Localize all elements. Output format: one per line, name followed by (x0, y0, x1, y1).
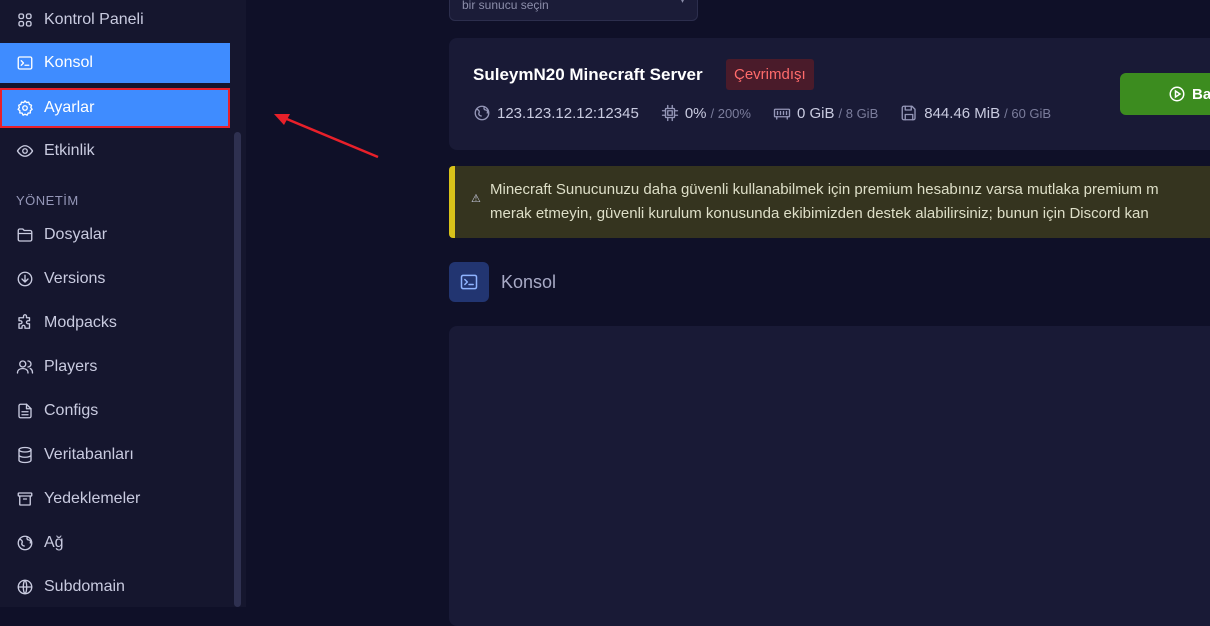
cpu-limit: / 200% (710, 105, 751, 121)
main-content: bir sunucu seçin ▾ SuleymN20 Minecraft S… (246, 0, 1210, 626)
stat-cpu: 0% / 200% (661, 104, 751, 122)
play-icon (1169, 86, 1185, 102)
console-header: Konsol (449, 262, 556, 302)
sidebar-item-kontrol-paneli[interactable]: Kontrol Paneli (0, 0, 230, 40)
cpu-value: 0% (684, 104, 707, 122)
sidebar-item-konsol[interactable]: Konsol (0, 43, 230, 83)
sidebar-item-label: Etkinlik (44, 142, 95, 159)
sidebar-item-players[interactable]: Players (0, 347, 230, 387)
sidebar-item-label: Ayarlar (44, 99, 95, 116)
sidebar-item-label: Players (44, 358, 98, 375)
console-output[interactable] (449, 326, 1210, 626)
terminal-icon (449, 262, 489, 302)
chevron-down-icon: ▾ (679, 0, 685, 6)
warning-icon: ⚠ (471, 193, 481, 205)
server-stats: 123.123.12.12:12345 0% / 200% 0 GiB / 8 … (473, 104, 1073, 122)
sidebar-item-ag[interactable]: Ağ (0, 523, 230, 563)
memory-value: 0 GiB (796, 104, 835, 122)
sidebar-item-label: Ağ (44, 534, 64, 551)
sidebar-scrollbar[interactable] (234, 132, 241, 607)
start-button[interactable]: Ba (1120, 73, 1210, 115)
sidebar-item-label: Veritabanları (44, 446, 134, 463)
terminal-icon (16, 54, 34, 72)
stat-disk: 844.46 MiB / 60 GiB (900, 104, 1051, 122)
console-title: Konsol (501, 271, 557, 292)
memory-icon (773, 108, 791, 120)
disk-value: 844.46 MiB (924, 104, 1001, 122)
sidebar-item-versions[interactable]: Versions (0, 259, 230, 299)
server-selector-placeholder: bir sunucu seçin (462, 0, 549, 12)
server-address: 123.123.12.12:12345 (497, 104, 639, 122)
download-icon (16, 270, 34, 288)
sidebar-item-subdomain[interactable]: Subdomain (0, 567, 230, 607)
sidebar-item-modpacks[interactable]: Modpacks (0, 303, 230, 343)
sidebar-item-label: Subdomain (44, 578, 125, 595)
sidebar-item-label: Konsol (44, 54, 93, 71)
premium-notice: ⚠ Minecraft Sunucunuzu daha güvenli kull… (449, 166, 1210, 238)
sidebar-item-label: Modpacks (44, 314, 117, 331)
server-selector[interactable]: bir sunucu seçin ▾ (449, 0, 698, 21)
gear-icon (16, 99, 34, 117)
memory-limit: / 8 GiB (838, 105, 879, 121)
status-badge: Çevrimdışı (726, 59, 814, 90)
sidebar-item-etkinlik[interactable]: Etkinlik (0, 131, 230, 171)
save-disk-icon (901, 105, 916, 121)
sidebar-item-label: Dosyalar (44, 226, 108, 243)
stat-memory: 0 GiB / 8 GiB (773, 104, 878, 122)
section-label-yonetim: YÖNETİM (16, 193, 79, 208)
database-icon (16, 446, 34, 464)
stat-address: 123.123.12.12:12345 (473, 104, 639, 122)
grid-icon (16, 11, 34, 29)
network-icon (474, 105, 490, 121)
eye-icon (16, 142, 34, 160)
notice-line-1: Minecraft Sunucunuzu daha güvenli kullan… (490, 181, 1159, 198)
file-icon (16, 402, 34, 420)
folder-icon (16, 226, 34, 244)
globe-alt-icon (16, 578, 34, 596)
sidebar-item-configs[interactable]: Configs (0, 391, 230, 431)
sidebar-item-label: Yedeklemeler (44, 490, 141, 507)
sidebar-item-label: Configs (44, 402, 99, 419)
sidebar-item-ayarlar[interactable]: Ayarlar (0, 88, 230, 128)
sidebar: Kontrol Paneli Konsol Ayarlar Etkinlik Y… (0, 0, 246, 607)
users-icon (16, 358, 34, 376)
sidebar-item-veritabanlari[interactable]: Veritabanları (0, 435, 230, 475)
sidebar-item-yedeklemeler[interactable]: Yedeklemeler (0, 479, 230, 519)
sidebar-item-dosyalar[interactable]: Dosyalar (0, 215, 230, 255)
cpu-icon (661, 104, 678, 122)
server-name: SuleymN20 Minecraft Server (473, 65, 703, 84)
globe-icon (16, 534, 34, 552)
start-button-label: Ba (1192, 85, 1210, 103)
sidebar-item-label: Kontrol Paneli (44, 11, 144, 28)
puzzle-icon (16, 314, 34, 332)
server-card: SuleymN20 Minecraft Server Çevrimdışı 12… (449, 38, 1210, 150)
disk-limit: / 60 GiB (1004, 105, 1052, 121)
notice-line-2: merak etmeyin, güvenli kurulum konusunda… (490, 205, 1149, 222)
sidebar-item-label: Versions (44, 270, 106, 287)
archive-icon (16, 490, 34, 508)
